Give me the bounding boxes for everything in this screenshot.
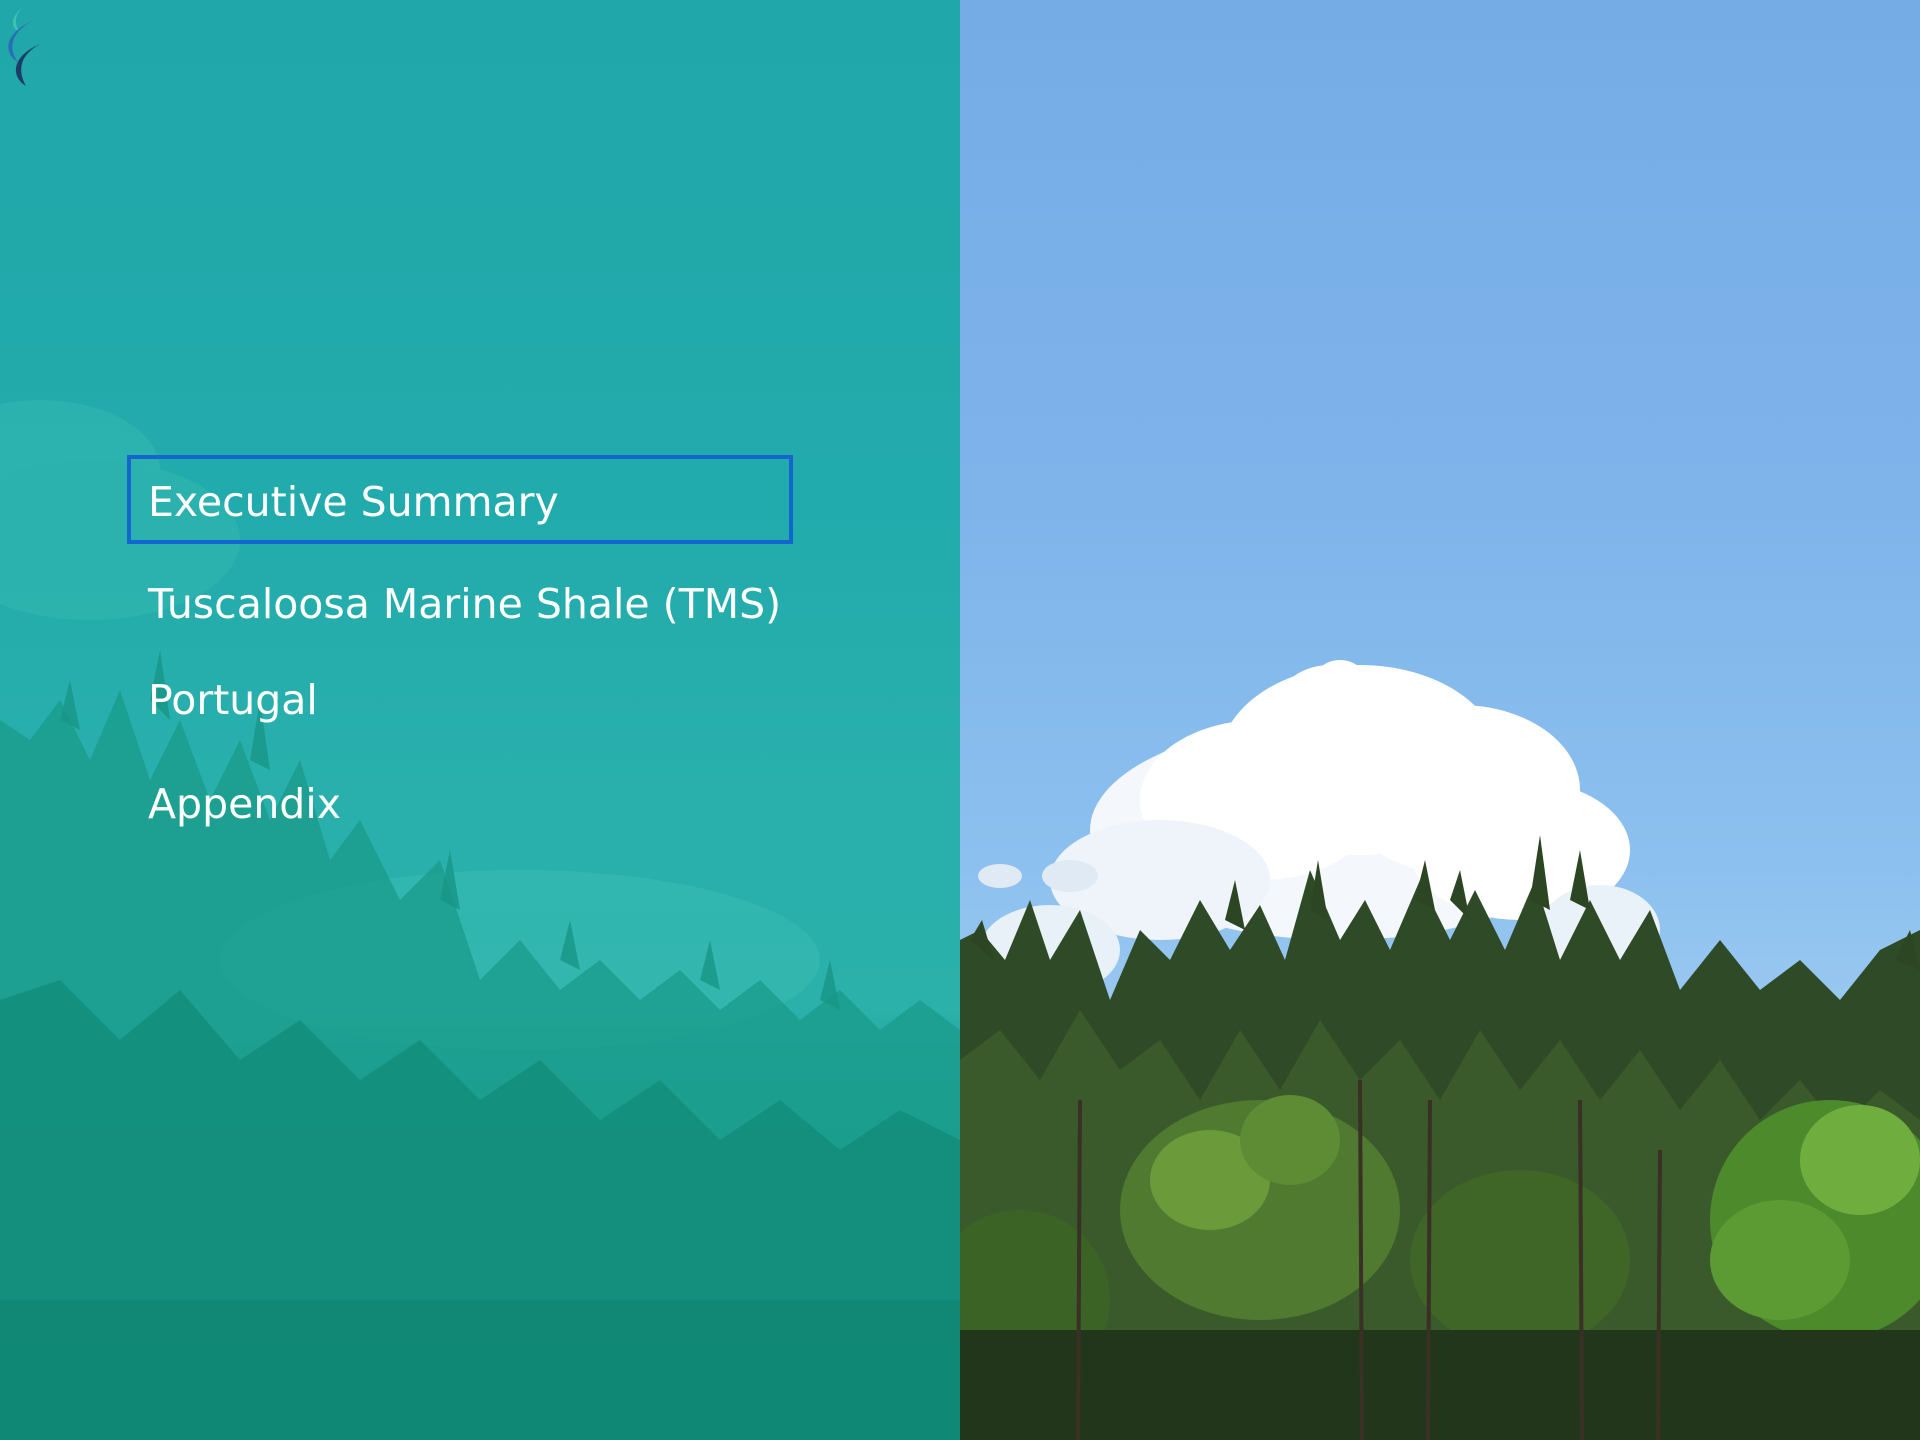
teal-overlay-panel: Executive Summary Tuscaloosa Marine Shal… bbox=[0, 0, 960, 1440]
agenda-slide: Executive Summary Tuscaloosa Marine Shal… bbox=[0, 0, 1920, 1440]
forest-sky-photo bbox=[960, 0, 1920, 1440]
agenda-item-appendix[interactable]: Appendix bbox=[148, 784, 341, 825]
forest-sky-illustration bbox=[960, 660, 1920, 1440]
understory bbox=[960, 1330, 1920, 1440]
agenda-item-tuscaloosa-marine-shale[interactable]: Tuscaloosa Marine Shale (TMS) bbox=[148, 584, 781, 625]
agenda-item-portugal[interactable]: Portugal bbox=[148, 680, 318, 721]
agenda-item-executive-summary[interactable]: Executive Summary bbox=[148, 482, 559, 523]
agenda-list: Executive Summary Tuscaloosa Marine Shal… bbox=[0, 0, 960, 1440]
